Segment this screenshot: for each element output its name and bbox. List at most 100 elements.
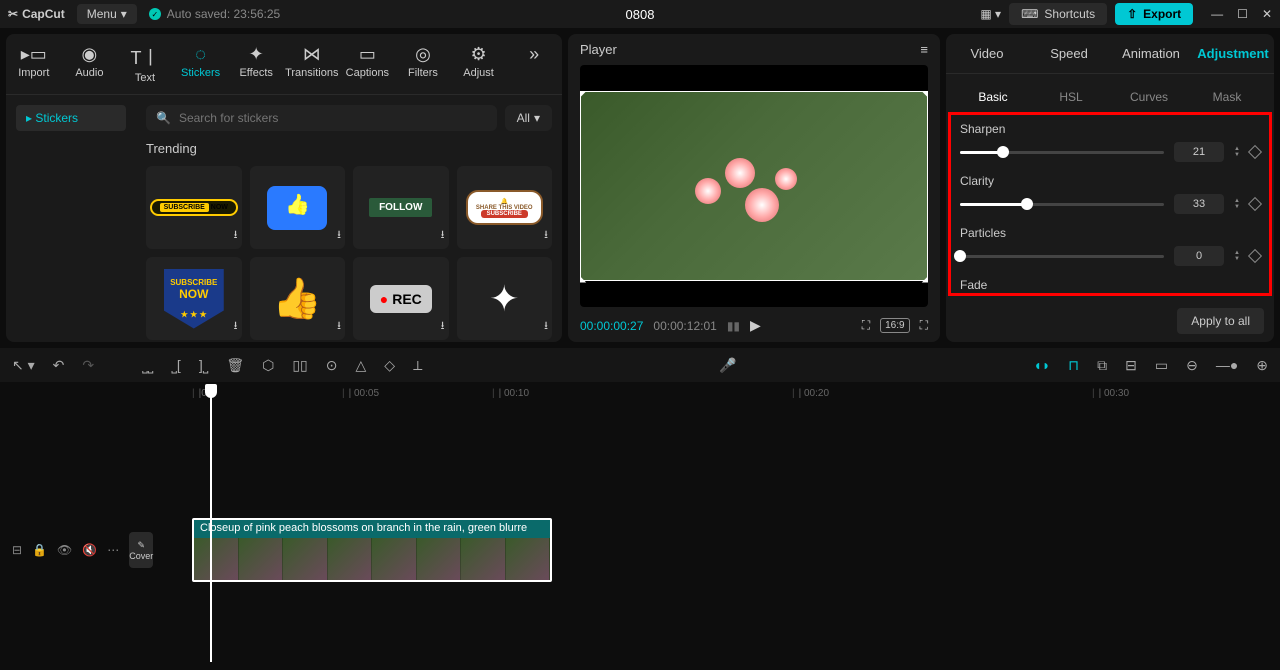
export-button[interactable]: ⇧ Export	[1115, 3, 1193, 25]
preview-icon[interactable]: ▭	[1155, 357, 1168, 374]
zoom-out-icon[interactable]: ⊖	[1186, 357, 1198, 374]
speed-icon[interactable]: ⊙	[326, 357, 338, 374]
value-clarity[interactable]: 33	[1174, 194, 1224, 214]
fullscreen-icon[interactable]: ⛶	[920, 318, 928, 333]
split-left-icon[interactable]: ⎵[	[171, 357, 181, 374]
keyframe-particles[interactable]	[1248, 249, 1262, 263]
category-stickers[interactable]: ◌Stickers	[173, 38, 229, 90]
sidebar-item-stickers[interactable]: ▸ Stickers	[16, 105, 126, 131]
slider-sharpen[interactable]	[960, 151, 1164, 154]
more-icon[interactable]: ⋯	[107, 543, 119, 557]
trending-heading: Trending	[146, 141, 552, 156]
shortcuts-button[interactable]: ⌨ Shortcuts	[1009, 3, 1107, 25]
mute-icon[interactable]: 🔇	[82, 543, 97, 557]
category-transitions[interactable]: ⋈Transitions	[284, 38, 340, 90]
subtab-curves[interactable]: Curves	[1110, 82, 1188, 112]
magnet-icon[interactable]: ⊓	[1068, 357, 1079, 374]
minimize-icon[interactable]: —	[1211, 7, 1223, 21]
playhead[interactable]	[210, 384, 212, 662]
sticker-item[interactable]: 👍⭳	[250, 257, 346, 340]
sticker-item[interactable]: SUBSCRIBE NOW⭳	[146, 166, 242, 249]
download-icon[interactable]: ⭳	[337, 317, 341, 336]
collapse-icon[interactable]: ⊟	[12, 543, 22, 557]
sticker-item[interactable]: 🔔SHARE THIS VIDEOSUBSCRIBE⭳	[457, 166, 553, 249]
player-menu-icon[interactable]: ≡	[920, 42, 928, 57]
compare-icon[interactable]: ▮▮	[727, 319, 740, 333]
download-icon[interactable]: ⭳	[441, 226, 445, 245]
sticker-item[interactable]: FOLLOW⭳	[353, 166, 449, 249]
player-viewport[interactable]: ◤ ◥ ◣ ◢	[580, 65, 928, 307]
category-import[interactable]: ▸▭Import	[6, 38, 62, 90]
video-clip[interactable]: Closeup of pink peach blossoms on branch…	[192, 518, 552, 582]
link-icon[interactable]: ⧉	[1097, 357, 1107, 374]
split-icon[interactable]: ⎵⎵	[142, 357, 153, 374]
keyframe-clarity[interactable]	[1248, 197, 1262, 211]
category-text[interactable]: T丨Text	[117, 38, 173, 90]
tab-adjustment[interactable]: Adjustment	[1192, 34, 1274, 73]
slider-clarity[interactable]	[960, 203, 1164, 206]
close-icon[interactable]: ✕	[1262, 7, 1272, 21]
play-icon[interactable]: ▶	[750, 317, 761, 334]
category-effects[interactable]: ✦Effects	[228, 38, 284, 90]
download-icon[interactable]: ⭳	[544, 317, 548, 336]
tab-animation[interactable]: Animation	[1110, 34, 1192, 73]
rotate-icon[interactable]: ◇	[384, 357, 395, 374]
mic-icon[interactable]: 🎤	[719, 357, 736, 374]
undo-icon[interactable]: ↶	[53, 357, 65, 374]
zoom-in-icon[interactable]: ⊕	[1256, 357, 1268, 374]
sticker-item[interactable]: REC⭳	[353, 257, 449, 340]
download-icon[interactable]: ⭳	[234, 226, 238, 245]
maximize-icon[interactable]: ☐	[1237, 7, 1248, 21]
titlebar: ✂ CapCut Menu ▾ ✓ Auto saved: 23:56:25 0…	[0, 0, 1280, 28]
timeline-toolbar: ↖ ▾ ↶ ↷ ⎵⎵ ⎵[ ]⎵ 🗑 ⬡ ▯▯ ⊙ △ ◇ ⟂ 🎤 ◖◗ ⊓ ⧉…	[0, 348, 1280, 382]
category-filters[interactable]: ◎Filters	[395, 38, 451, 90]
download-icon[interactable]: ⭳	[544, 226, 548, 245]
category-adjust[interactable]: ⚙Adjust	[451, 38, 507, 90]
tab-speed[interactable]: Speed	[1028, 34, 1110, 73]
subtab-mask[interactable]: Mask	[1188, 82, 1266, 112]
stepper-particles[interactable]: ▲▼	[1234, 250, 1240, 262]
tab-video[interactable]: Video	[946, 34, 1028, 73]
stepper-sharpen[interactable]: ▲▼	[1234, 146, 1240, 158]
select-tool-icon[interactable]: ↖ ▾	[12, 357, 35, 374]
download-icon[interactable]: ⭳	[234, 317, 238, 336]
filter-all-button[interactable]: All ▾	[505, 105, 552, 131]
search-input-wrapper[interactable]: 🔍	[146, 105, 497, 131]
slider-particles[interactable]	[960, 255, 1164, 258]
mirror-icon[interactable]: △	[356, 357, 367, 374]
timeline-ruler[interactable]: |00 | 00:05 | 00:10 | 00:20 | 00:30	[152, 388, 1268, 408]
redo-icon[interactable]: ↷	[82, 357, 94, 374]
zoom-slider[interactable]: —●	[1216, 357, 1238, 373]
download-icon[interactable]: ⭳	[337, 226, 341, 245]
group-icon[interactable]: ▯▯	[292, 357, 307, 374]
split-right-icon[interactable]: ]⎵	[199, 357, 209, 374]
sticker-item[interactable]: ✦⭳	[457, 257, 553, 340]
value-particles[interactable]: 0	[1174, 246, 1224, 266]
eye-icon[interactable]: 👁	[57, 543, 72, 557]
crop-icon[interactable]: ⛶	[862, 318, 870, 333]
stepper-clarity[interactable]: ▲▼	[1234, 198, 1240, 210]
apply-all-button[interactable]: Apply to all	[1177, 308, 1264, 334]
subtab-basic[interactable]: Basic	[954, 82, 1032, 112]
sticker-item[interactable]: SUBSCRIBENOW★ ★ ★⭳	[146, 257, 242, 340]
category-audio[interactable]: ◉Audio	[62, 38, 118, 90]
category-captions[interactable]: ▭Captions	[340, 38, 396, 90]
layout-icon[interactable]: ▦ ▾	[980, 7, 1001, 21]
lock-icon[interactable]: 🔒	[32, 543, 47, 557]
ratio-button[interactable]: 16:9	[880, 318, 909, 333]
delete-icon[interactable]: 🗑	[226, 357, 244, 374]
value-sharpen[interactable]: 21	[1174, 142, 1224, 162]
download-icon[interactable]: ⭳	[441, 317, 445, 336]
subtab-hsl[interactable]: HSL	[1032, 82, 1110, 112]
sticker-item[interactable]: ⭳	[250, 166, 346, 249]
snap-icon[interactable]: ◖◗	[1033, 357, 1050, 373]
cover-button[interactable]: ✎Cover	[129, 532, 153, 568]
category-more[interactable]: »	[506, 38, 562, 90]
menu-button[interactable]: Menu ▾	[77, 4, 137, 24]
keyframe-sharpen[interactable]	[1248, 145, 1262, 159]
align-icon[interactable]: ⊟	[1125, 357, 1137, 374]
search-input[interactable]	[179, 111, 487, 125]
crop-tool-icon[interactable]: ⟂	[413, 357, 422, 374]
mark-icon[interactable]: ⬡	[262, 357, 274, 374]
player-title: Player	[580, 42, 617, 57]
